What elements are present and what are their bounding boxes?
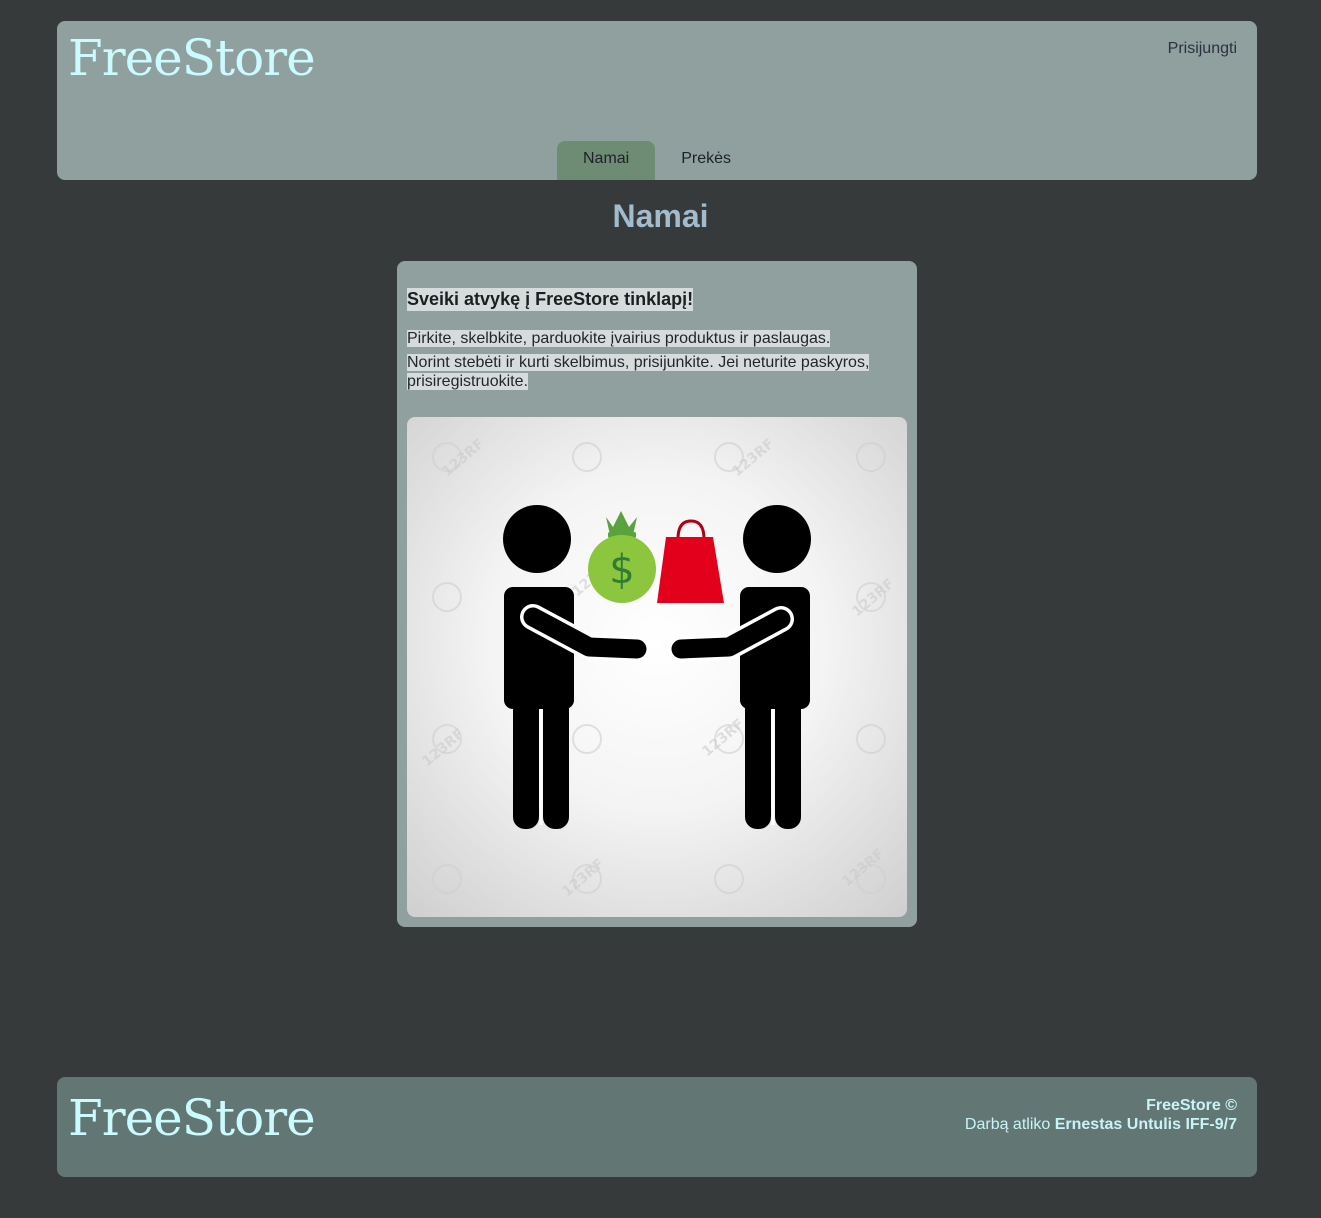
- footer-logo: FreeStore: [68, 1089, 316, 1147]
- login-link[interactable]: Prisijungti: [1168, 40, 1237, 58]
- copyright-text: FreeStore ©: [1146, 1097, 1237, 1114]
- main-nav: Namai Prekės: [557, 141, 757, 180]
- nav-tab-namai[interactable]: Namai: [557, 141, 656, 180]
- welcome-text-line-1: Pirkite, skelbkite, parduokite įvairius …: [407, 330, 831, 347]
- welcome-title: Sveiki atvykę į FreeStore tinklapį!: [407, 288, 694, 311]
- site-footer: FreeStore FreeStore © Darbą atliko Ernes…: [57, 1077, 1257, 1177]
- money-bag-icon: $: [588, 511, 656, 603]
- welcome-card: Sveiki atvykę į FreeStore tinklapį! Pirk…: [397, 261, 917, 927]
- watermark-camera-icons: [432, 442, 886, 894]
- page-title: Namai: [612, 198, 709, 234]
- author-name: Ernestas Untulis IFF-9/7: [1054, 1116, 1237, 1133]
- svg-text:$: $: [609, 547, 634, 593]
- trade-illustration: 123RF 123RF 123RF 123RF 123RF 123RF 123R…: [407, 417, 907, 917]
- watermark-text: 123RF: [699, 716, 747, 760]
- footer-credits: FreeStore © Darbą atliko Ernestas Untuli…: [965, 1096, 1237, 1134]
- watermark-text: 123RF: [729, 436, 777, 480]
- site-header: FreeStore Prisijungti Namai Prekės: [57, 21, 1257, 180]
- nav-tab-prekes[interactable]: Prekės: [655, 141, 757, 180]
- credit-prefix: Darbą atliko: [964, 1116, 1051, 1133]
- shopping-bag-icon: [657, 519, 724, 603]
- welcome-text-line-2: Norint stebėti ir kurti skelbimus, prisi…: [407, 354, 870, 390]
- site-logo[interactable]: FreeStore: [68, 33, 316, 83]
- trade-illustration-svg: 123RF 123RF 123RF 123RF 123RF 123RF 123R…: [419, 436, 897, 900]
